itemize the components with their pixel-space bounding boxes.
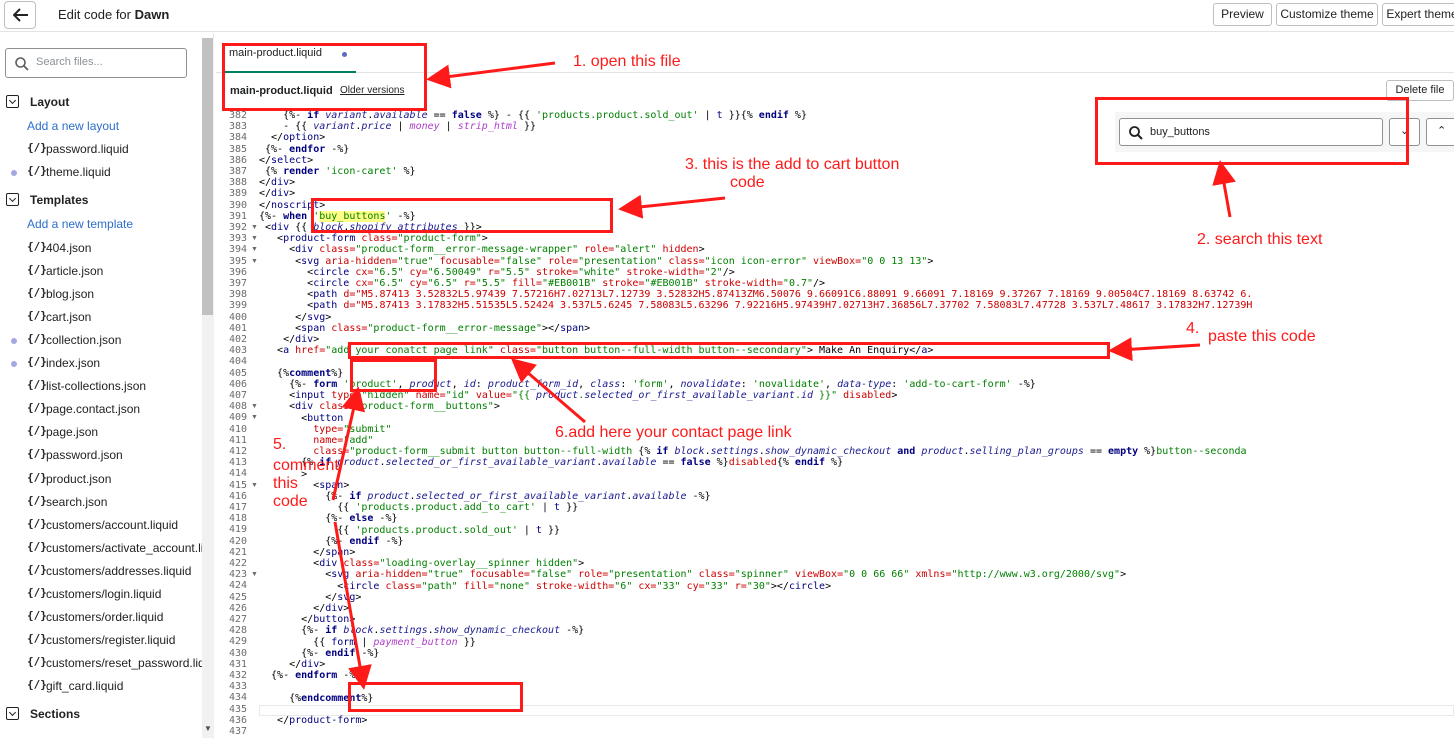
note-5b: comment	[273, 457, 339, 474]
arrow-3	[618, 194, 726, 219]
annotation-arrows	[331, 61, 1236, 690]
note-3b: code	[730, 174, 765, 191]
note-4b: paste this code	[1208, 328, 1316, 345]
note-4a: 4.	[1186, 320, 1200, 337]
note-6: 6.add here your contact page link	[555, 424, 792, 441]
note-3a: 3. this is the add to cart button	[685, 156, 900, 173]
arrow-5b	[333, 521, 372, 690]
note-5d: code	[273, 493, 308, 510]
note-1: 1. open this file	[573, 53, 681, 70]
arrow-2	[1212, 160, 1236, 218]
note-5c: this	[273, 475, 298, 492]
arrow-4	[1108, 337, 1201, 362]
arrow-1	[426, 61, 556, 89]
arrow-5a	[331, 386, 366, 501]
note-5a: 5.	[273, 436, 287, 453]
note-2: 2. search this text	[1197, 231, 1323, 248]
arrow-6	[510, 358, 586, 424]
